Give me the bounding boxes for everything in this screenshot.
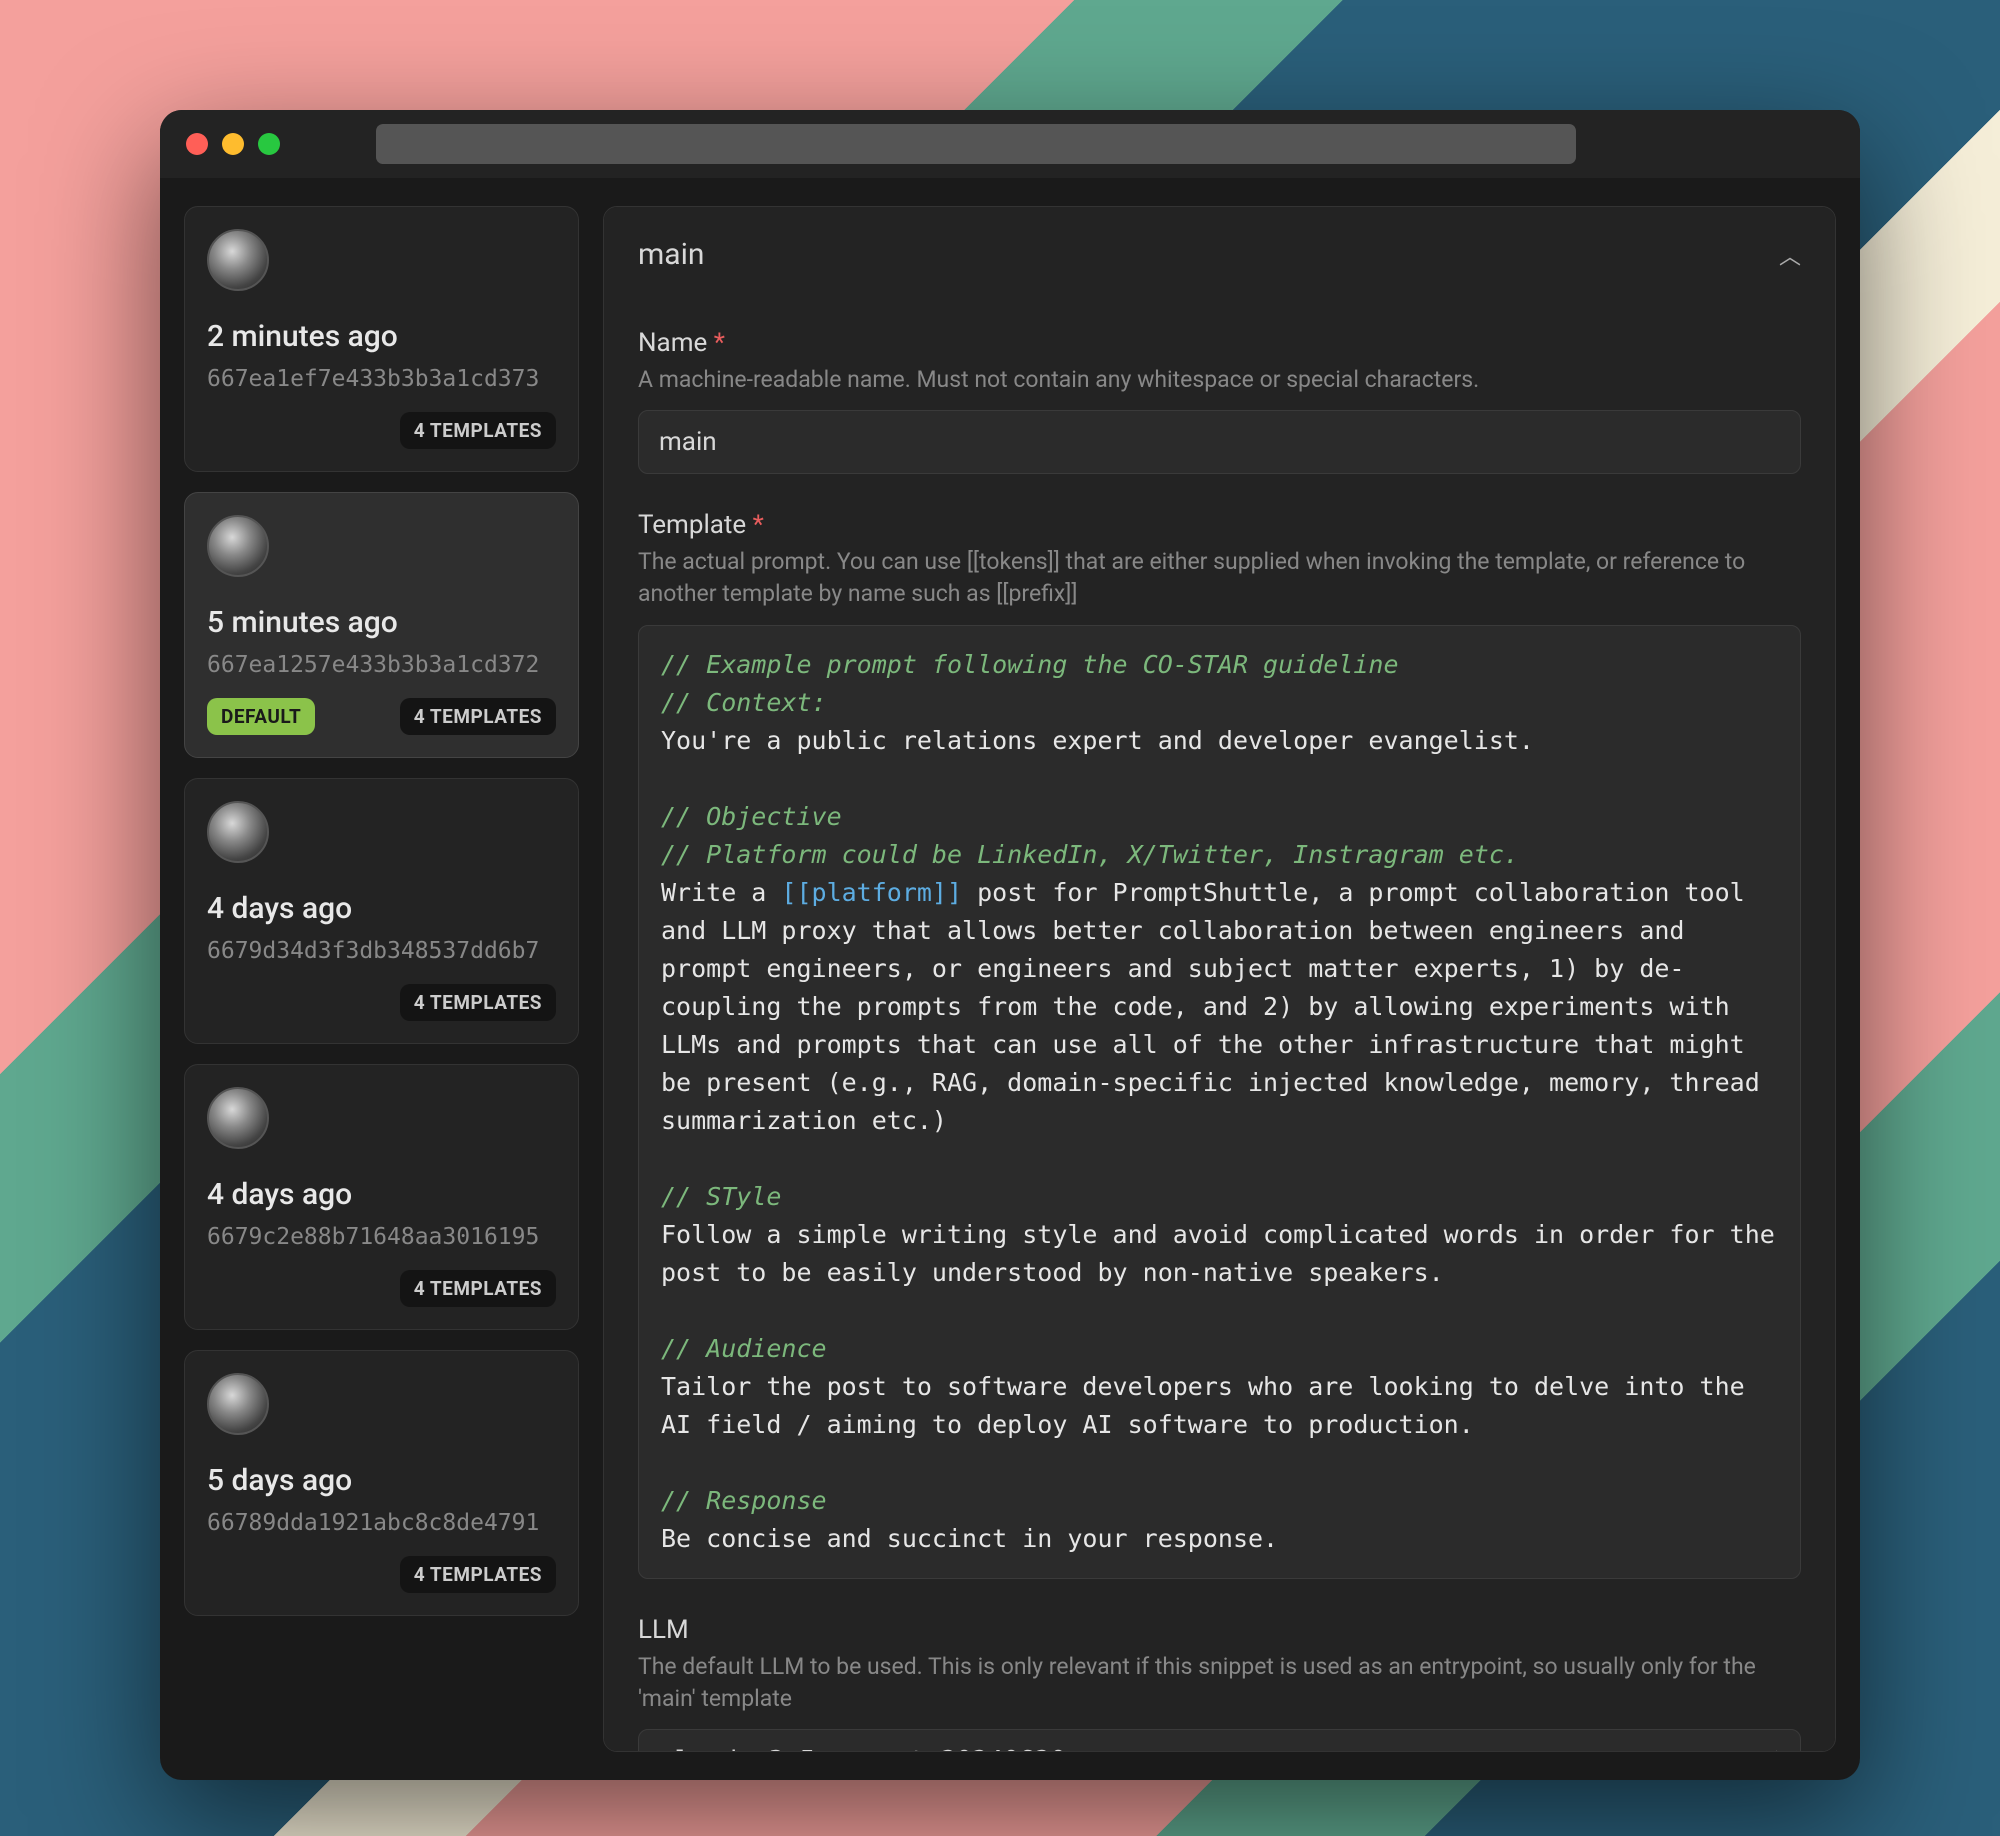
version-card[interactable]: 4 days ago 6679c2e88b71648aa3016195 4 TE…	[184, 1064, 579, 1330]
chevron-up-icon[interactable]: ︿	[1779, 239, 1801, 271]
avatar	[207, 1373, 269, 1435]
name-field: Name * A machine-readable name. Must not…	[638, 328, 1801, 474]
field-help: A machine-readable name. Must not contai…	[638, 364, 1801, 396]
version-hash: 6679d34d3f3db348537dd6b7	[207, 938, 556, 964]
version-card[interactable]: 4 days ago 6679d34d3f3db348537dd6b7 4 TE…	[184, 778, 579, 1044]
app-window: 2 minutes ago 667ea1ef7e433b3b3a1cd373 4…	[160, 110, 1860, 1780]
avatar	[207, 1087, 269, 1149]
editor-panel: main ︿ Name * A machine-readable name. M…	[603, 206, 1836, 1752]
templates-badge: 4 TEMPLATES	[400, 1270, 556, 1307]
templates-badge: 4 TEMPLATES	[400, 412, 556, 449]
maximize-icon[interactable]	[258, 133, 280, 155]
version-hash: 667ea1257e433b3b3a1cd372	[207, 652, 556, 678]
sidebar: 2 minutes ago 667ea1ef7e433b3b3a1cd373 4…	[184, 206, 579, 1752]
window-controls	[186, 133, 280, 155]
version-card[interactable]: 5 days ago 66789dda1921abc8c8de4791 4 TE…	[184, 1350, 579, 1616]
required-marker: *	[714, 328, 725, 358]
label-text: Name	[638, 328, 707, 358]
llm-select[interactable]: claude-3-5-sonnet-20240620	[638, 1729, 1801, 1752]
templates-badge: 4 TEMPLATES	[400, 698, 556, 735]
template-editor[interactable]: // Example prompt following the CO-STAR …	[638, 625, 1801, 1579]
name-input[interactable]	[638, 410, 1801, 474]
version-time: 5 days ago	[207, 1463, 556, 1498]
field-label: Name *	[638, 328, 1801, 358]
label-text: Template	[638, 510, 746, 540]
panel-header[interactable]: main ︿	[638, 237, 1801, 272]
version-time: 2 minutes ago	[207, 319, 556, 354]
field-label: Template *	[638, 510, 1801, 540]
field-label: LLM	[638, 1615, 1801, 1645]
version-card[interactable]: 2 minutes ago 667ea1ef7e433b3b3a1cd373 4…	[184, 206, 579, 472]
version-hash: 66789dda1921abc8c8de4791	[207, 1510, 556, 1536]
titlebar	[160, 110, 1860, 178]
panel-title: main	[638, 237, 705, 272]
templates-badge: 4 TEMPLATES	[400, 1556, 556, 1593]
version-hash: 667ea1ef7e433b3b3a1cd373	[207, 366, 556, 392]
version-card[interactable]: 5 minutes ago 667ea1257e433b3b3a1cd372 D…	[184, 492, 579, 758]
template-field: Template * The actual prompt. You can us…	[638, 510, 1801, 1578]
required-marker: *	[753, 510, 764, 540]
field-help: The default LLM to be used. This is only…	[638, 1651, 1801, 1715]
avatar	[207, 801, 269, 863]
default-badge: DEFAULT	[207, 698, 315, 735]
avatar	[207, 515, 269, 577]
llm-field: LLM The default LLM to be used. This is …	[638, 1615, 1801, 1752]
minimize-icon[interactable]	[222, 133, 244, 155]
version-time: 5 minutes ago	[207, 605, 556, 640]
close-icon[interactable]	[186, 133, 208, 155]
version-hash: 6679c2e88b71648aa3016195	[207, 1224, 556, 1250]
templates-badge: 4 TEMPLATES	[400, 984, 556, 1021]
version-time: 4 days ago	[207, 1177, 556, 1212]
content-area: 2 minutes ago 667ea1ef7e433b3b3a1cd373 4…	[160, 178, 1860, 1780]
avatar	[207, 229, 269, 291]
version-time: 4 days ago	[207, 891, 556, 926]
field-help: The actual prompt. You can use [[tokens]…	[638, 546, 1801, 610]
search-input[interactable]	[376, 124, 1576, 164]
